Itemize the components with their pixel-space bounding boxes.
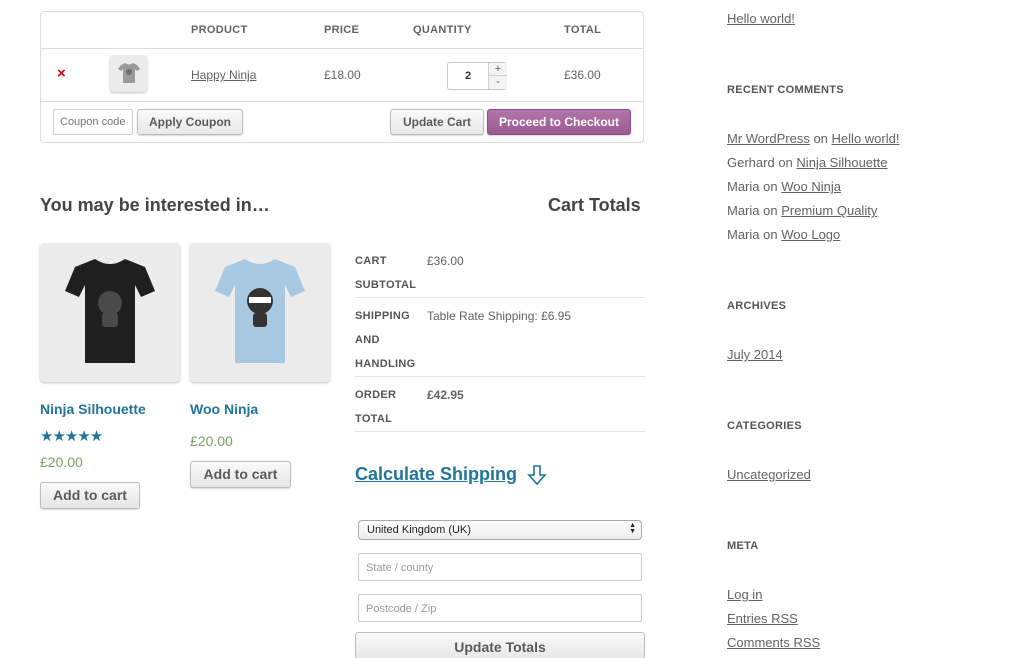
proceed-to-checkout-button[interactable]: Proceed to Checkout	[487, 109, 631, 135]
tshirt-icon	[65, 259, 155, 363]
label-line: CART	[355, 255, 387, 267]
coupon-code-input[interactable]	[53, 109, 133, 135]
remove-item-icon[interactable]: ×	[57, 64, 66, 84]
product-column-header: PRODUCT	[191, 24, 248, 36]
product-link-woo-ninja[interactable]: Woo Ninja	[190, 401, 258, 417]
add-to-cart-button[interactable]: Add to cart	[190, 461, 291, 488]
total-column-header: TOTAL	[564, 24, 602, 36]
comment-on-text: on	[763, 227, 778, 242]
quantity-input[interactable]: 2	[448, 70, 488, 82]
archives-title: ARCHIVES	[727, 300, 787, 312]
add-to-cart-button[interactable]: Add to cart	[40, 482, 140, 509]
cart-item-row: × Happy Ninja £18.00 2 + - £36.00	[41, 49, 643, 102]
product-thumbnail[interactable]	[110, 55, 147, 92]
label-line: HANDLING	[355, 358, 416, 370]
state-county-field[interactable]: State / county	[358, 553, 642, 581]
comment-item: Gerhard on Ninja Silhouette	[727, 155, 887, 170]
label-line: SUBTOTAL	[355, 279, 417, 291]
apply-coupon-button[interactable]: Apply Coupon	[137, 109, 243, 135]
product-image-woo-ninja[interactable]	[190, 243, 330, 382]
cart-table: PRODUCT PRICE QUANTITY TOTAL × Happy Nin…	[40, 11, 644, 143]
cart-totals-title: Cart Totals	[548, 195, 641, 215]
subtotal-value: £36.00	[427, 254, 464, 268]
quantity-decrease-button[interactable]: -	[488, 76, 507, 89]
categories-title: CATEGORIES	[727, 420, 802, 432]
comment-on-text: on	[763, 203, 778, 218]
update-totals-button[interactable]: Update Totals	[355, 632, 645, 658]
meta-title: META	[727, 540, 759, 552]
comment-item: Mr WordPress on Hello world!	[727, 131, 899, 146]
recent-post-link[interactable]: Hello world!	[727, 11, 795, 26]
label-line: ORDER	[355, 389, 397, 401]
star-rating: ★★★★★	[40, 428, 103, 445]
comment-post-link[interactable]: Hello world!	[832, 131, 900, 146]
label-line: SHIPPING	[355, 310, 410, 322]
recent-comments-title: RECENT COMMENTS	[727, 84, 844, 96]
meta-link-comments-rss[interactable]: Comments RSS	[727, 635, 820, 650]
label-line: TOTAL	[355, 413, 393, 425]
postcode-field[interactable]: Postcode / Zip	[358, 594, 642, 622]
tshirt-icon	[215, 259, 305, 363]
cart-item-total: £36.00	[564, 68, 601, 82]
product-price: £20.00	[190, 433, 233, 449]
price-column-header: PRICE	[324, 24, 360, 36]
shipping-value: Table Rate Shipping: £6.95	[427, 309, 572, 323]
arrow-down-icon[interactable]	[527, 464, 547, 486]
comment-author: Maria	[727, 179, 760, 194]
comment-on-text: on	[813, 131, 828, 146]
calculate-shipping-link[interactable]: Calculate Shipping	[355, 464, 517, 485]
comment-post-link[interactable]: Woo Ninja	[781, 179, 841, 194]
quantity-increase-button[interactable]: +	[488, 63, 507, 76]
label-line: AND	[355, 334, 380, 346]
product-price: £20.00	[40, 454, 83, 470]
comment-author-link[interactable]: Mr WordPress	[727, 131, 810, 146]
comment-author: Maria	[727, 227, 760, 242]
cart-actions: Apply Coupon Update Cart Proceed to Chec…	[41, 103, 643, 143]
order-total-row: ORDER TOTAL £42.95	[355, 383, 645, 432]
tshirt-icon	[118, 63, 140, 83]
subtotal-row: CART SUBTOTAL £36.00	[355, 249, 645, 298]
quantity-stepper[interactable]: 2 + -	[447, 62, 507, 90]
shipping-label: SHIPPING AND HANDLING	[355, 304, 417, 376]
cart-product-link[interactable]: Happy Ninja	[191, 68, 256, 82]
shipping-row: SHIPPING AND HANDLING Table Rate Shippin…	[355, 304, 645, 377]
comment-on-text: on	[763, 179, 778, 194]
comment-on-text: on	[778, 155, 793, 170]
product-image-ninja-silhouette[interactable]	[40, 243, 180, 382]
meta-link-login[interactable]: Log in	[727, 587, 762, 602]
country-select[interactable]: United Kingdom (UK) ▲ ▼	[358, 520, 642, 540]
archive-link[interactable]: July 2014	[727, 347, 783, 362]
comment-post-link[interactable]: Woo Logo	[781, 227, 840, 242]
comment-item: Maria on Woo Logo	[727, 227, 840, 242]
update-cart-button[interactable]: Update Cart	[390, 109, 484, 135]
comment-author: Maria	[727, 203, 760, 218]
subtotal-label: CART SUBTOTAL	[355, 249, 417, 297]
select-arrows-icon: ▲ ▼	[629, 522, 636, 535]
cart-table-header: PRODUCT PRICE QUANTITY TOTAL	[41, 12, 643, 49]
order-total-value: £42.95	[427, 388, 464, 402]
category-link[interactable]: Uncategorized	[727, 467, 811, 482]
order-total-label: ORDER TOTAL	[355, 383, 417, 431]
comment-post-link[interactable]: Premium Quality	[781, 203, 877, 218]
cart-item-price: £18.00	[324, 68, 361, 82]
comment-post-link[interactable]: Ninja Silhouette	[796, 155, 887, 170]
meta-link-entries-rss[interactable]: Entries RSS	[727, 611, 798, 626]
product-link-ninja-silhouette[interactable]: Ninja Silhouette	[40, 401, 146, 417]
country-select-value: United Kingdom (UK)	[367, 524, 471, 536]
quantity-column-header: QUANTITY	[413, 24, 472, 36]
comment-item: Maria on Woo Ninja	[727, 179, 841, 194]
cross-sells-title: You may be interested in…	[40, 195, 270, 215]
comment-item: Maria on Premium Quality	[727, 203, 877, 218]
comment-author: Gerhard	[727, 155, 775, 170]
